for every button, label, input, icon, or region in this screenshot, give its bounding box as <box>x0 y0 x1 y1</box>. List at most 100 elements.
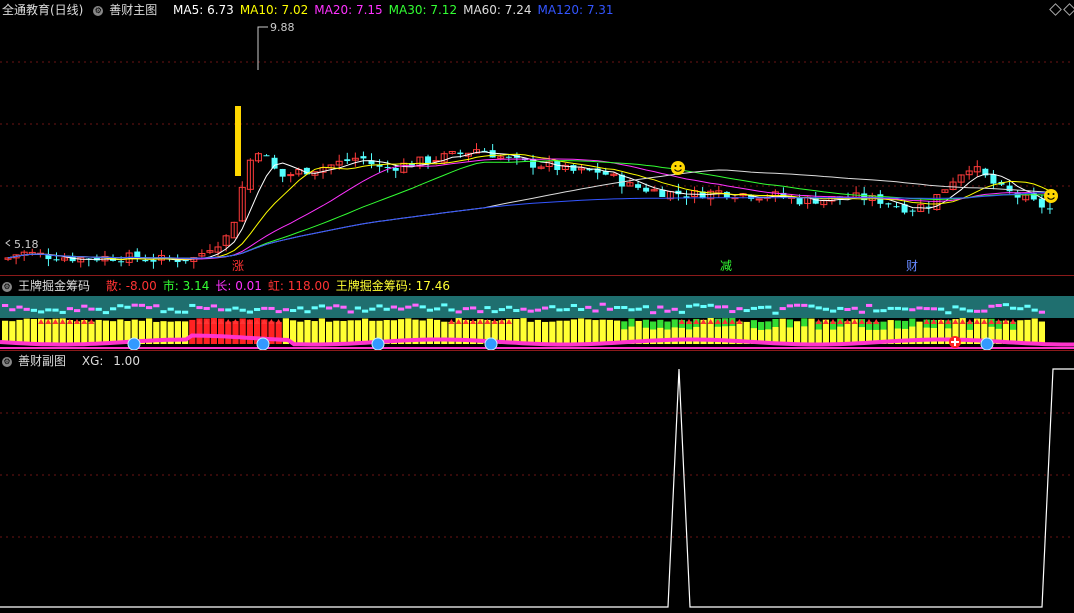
chip-triangle-icon <box>275 319 282 324</box>
chip-top-tick <box>426 308 433 312</box>
settings-icon[interactable]: ⚙ <box>93 5 104 16</box>
highlight-bar <box>235 106 241 176</box>
chip-top-tick <box>218 308 225 312</box>
chip-bar <box>16 319 23 344</box>
chip-bar-inner <box>830 329 837 344</box>
sub-header: ⚙ 善财副图 XG: 1.00 <box>2 353 152 369</box>
chip-top-tick <box>570 304 577 308</box>
ma-line <box>7 169 1051 259</box>
chip-top-tick <box>261 306 268 310</box>
chip-top-tick <box>736 307 743 311</box>
chip-bar-inner <box>686 329 693 344</box>
chip-bar-inner <box>837 326 844 344</box>
chip-bar <box>102 320 109 344</box>
chip-top-tick <box>678 310 685 314</box>
chip-top-tick <box>1024 304 1031 308</box>
chip-bar <box>592 320 599 344</box>
chip-top-tick <box>9 308 16 312</box>
chip-top-tick <box>556 308 563 312</box>
chip-top-tick <box>693 303 700 307</box>
settings-icon[interactable]: ⚙ <box>2 356 12 367</box>
chip-top-tick <box>347 310 354 314</box>
chip-top-tick <box>304 310 311 314</box>
chip-top-tick <box>801 303 808 307</box>
chip-top-tick <box>16 305 23 309</box>
chip-triangle-icon <box>966 319 973 324</box>
chip-triangle-icon <box>873 319 880 324</box>
chip-top-tick <box>102 311 109 315</box>
chip-top-tick <box>88 307 95 311</box>
chip-bar <box>614 320 621 344</box>
blue-ball-icon <box>371 337 385 350</box>
chip-top-tick <box>124 305 131 309</box>
chip-top-tick <box>333 304 340 308</box>
chip-top-tick <box>621 306 628 310</box>
chip-top-tick <box>642 305 649 309</box>
chip-bar <box>549 321 556 344</box>
chip-top-tick <box>866 303 873 307</box>
chip-top-tick <box>585 305 592 309</box>
candle-body <box>45 255 52 260</box>
chip-top-tick <box>952 305 959 309</box>
candle-body <box>1038 198 1045 208</box>
chip-top-tick <box>830 309 837 313</box>
chip-top-tick <box>614 305 621 309</box>
chip-top-tick <box>671 307 678 311</box>
candle-body <box>118 261 125 263</box>
chip-bar <box>110 321 117 344</box>
low-price-label: 5.18 <box>14 238 39 251</box>
chip-top-tick <box>635 307 642 311</box>
high-marker <box>257 26 268 70</box>
chip-top-tick <box>477 310 484 314</box>
main-indicator[interactable]: ⚙ 善财主图 <box>93 3 163 17</box>
chip-top-tick <box>117 304 124 308</box>
candlestick-chart[interactable]: 9.88 5.18 涨 减 财 <box>0 0 1074 275</box>
sub-indicator[interactable]: ⚙ 善财副图 <box>2 354 72 368</box>
smiley-eye <box>1047 193 1050 195</box>
chip-top-tick <box>722 305 729 309</box>
sub-chart-panel[interactable]: ⚙ 善财副图 XG: 1.00 <box>0 351 1074 613</box>
chip-top-tick <box>851 306 858 310</box>
chip-top-tick <box>45 308 52 312</box>
candle-body <box>279 168 286 177</box>
candle-body <box>271 157 278 169</box>
candle-body <box>635 184 642 188</box>
candle-body <box>1046 208 1053 210</box>
candle-body <box>53 259 60 261</box>
chip-top-tick <box>2 303 9 307</box>
settings-icon[interactable]: ⚙ <box>2 281 12 292</box>
chip-top-tick <box>700 304 707 308</box>
candle-body <box>570 165 577 171</box>
chip-indicator-panel[interactable]: ⚙ 王牌掘金筹码 散: -8.00 市: 3.14 长: 0.01 虹: 118.00 王… <box>0 276 1074 350</box>
main-chart-panel[interactable]: 9.88 5.18 涨 减 财 全通教育(日线) ⚙ 善财主图 MA5: 6.73 MA10… <box>0 0 1074 275</box>
chip-top-tick <box>945 311 952 315</box>
candle-body <box>142 259 149 262</box>
chip-top-tick <box>786 304 793 308</box>
candle-body <box>796 197 803 205</box>
signal-marker: 减 <box>720 259 732 273</box>
mid-indicator[interactable]: ⚙ 王牌掘金筹码 <box>2 279 96 293</box>
chip-top-tick <box>81 304 88 308</box>
chip-top-tick <box>362 309 369 313</box>
chip-bar <box>297 321 304 344</box>
chip-top-tick <box>887 306 894 310</box>
candle-body <box>723 191 730 198</box>
chip-bar <box>527 321 534 344</box>
chip-top-tick <box>239 308 246 312</box>
smiley-eye <box>679 165 682 167</box>
chip-bar <box>347 320 354 344</box>
chip-top-tick <box>520 307 527 311</box>
chip-top-tick <box>354 306 361 310</box>
chip-top-tick <box>232 306 239 310</box>
chip-top-tick <box>1038 310 1045 314</box>
high-price-label: 9.88 <box>270 21 295 34</box>
candle-body <box>990 174 997 184</box>
chip-top-tick <box>376 304 383 308</box>
candle-body <box>150 260 157 262</box>
chip-top-tick <box>938 307 945 311</box>
ma-value: MA10: 7.02 <box>239 3 309 17</box>
chip-bar <box>225 321 232 344</box>
candle-body <box>505 156 512 158</box>
chip-top-tick <box>902 307 909 311</box>
chip-top-tick <box>110 307 117 311</box>
